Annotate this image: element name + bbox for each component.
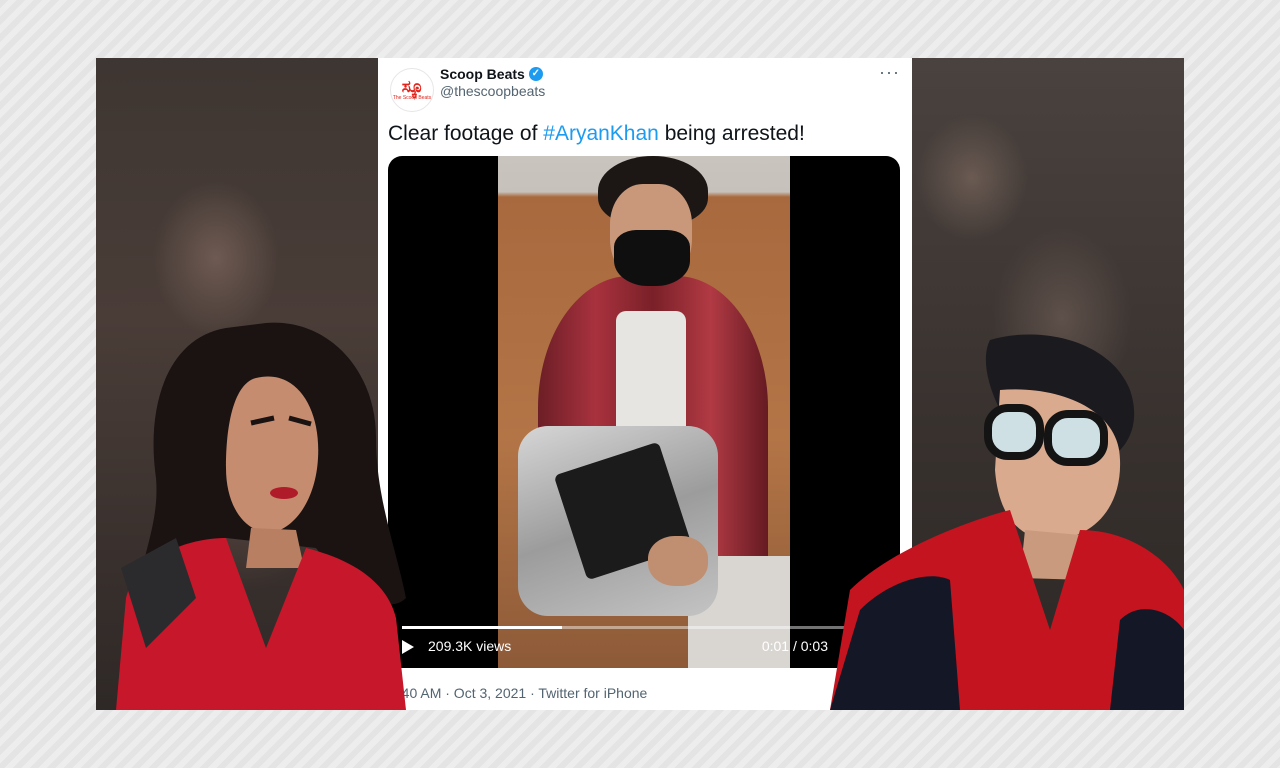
man-red-jacket-photo (830, 334, 1184, 710)
display-name-text: Scoop Beats (440, 66, 525, 82)
video-frame (498, 156, 790, 668)
verified-badge-icon: ✓ (528, 67, 543, 81)
view-count: 209.3K views (428, 638, 512, 654)
video-subject-mask (614, 230, 690, 286)
woman-neck (246, 528, 304, 568)
avatar[interactable]: ಸ್ಕೂ The Scoop Beats (390, 68, 434, 112)
brand-logo: ಸ್ಕೂ (401, 77, 423, 96)
display-name[interactable]: Scoop Beats ✓ (440, 66, 543, 82)
hashtag-link[interactable]: #AryanKhan (543, 122, 659, 145)
video-timestamp: 0:01 / 0:03 (761, 638, 828, 654)
man-glasses-left (984, 404, 1044, 460)
tweet-text-suffix: being arrested! (658, 122, 805, 145)
user-handle[interactable]: @thescoopbeats (440, 83, 545, 99)
video-progress-fill (402, 626, 562, 629)
woman-red-dress-photo (116, 322, 406, 710)
video-player[interactable]: 209.3K views 0:01 / 0:03 (388, 156, 900, 668)
tweet-text: Clear footage of #AryanKhan being arrest… (388, 122, 805, 146)
video-controls: 209.3K views 0:01 / 0:03 (388, 614, 900, 668)
brand-logo-subtext: The Scoop Beats (392, 95, 432, 101)
video-progress-bar[interactable] (402, 626, 886, 629)
woman-lips (270, 487, 298, 499)
more-options-icon[interactable]: ··· (879, 62, 900, 83)
video-subject-hand (648, 536, 708, 586)
tweet-text-prefix: Clear footage of (388, 122, 544, 145)
man-glasses-right (1044, 410, 1108, 466)
tweet-metadata[interactable]: 0:40 AM · Oct 3, 2021 · Twitter for iPho… (390, 685, 647, 701)
man-jacket-black-panel-right (1110, 609, 1184, 710)
